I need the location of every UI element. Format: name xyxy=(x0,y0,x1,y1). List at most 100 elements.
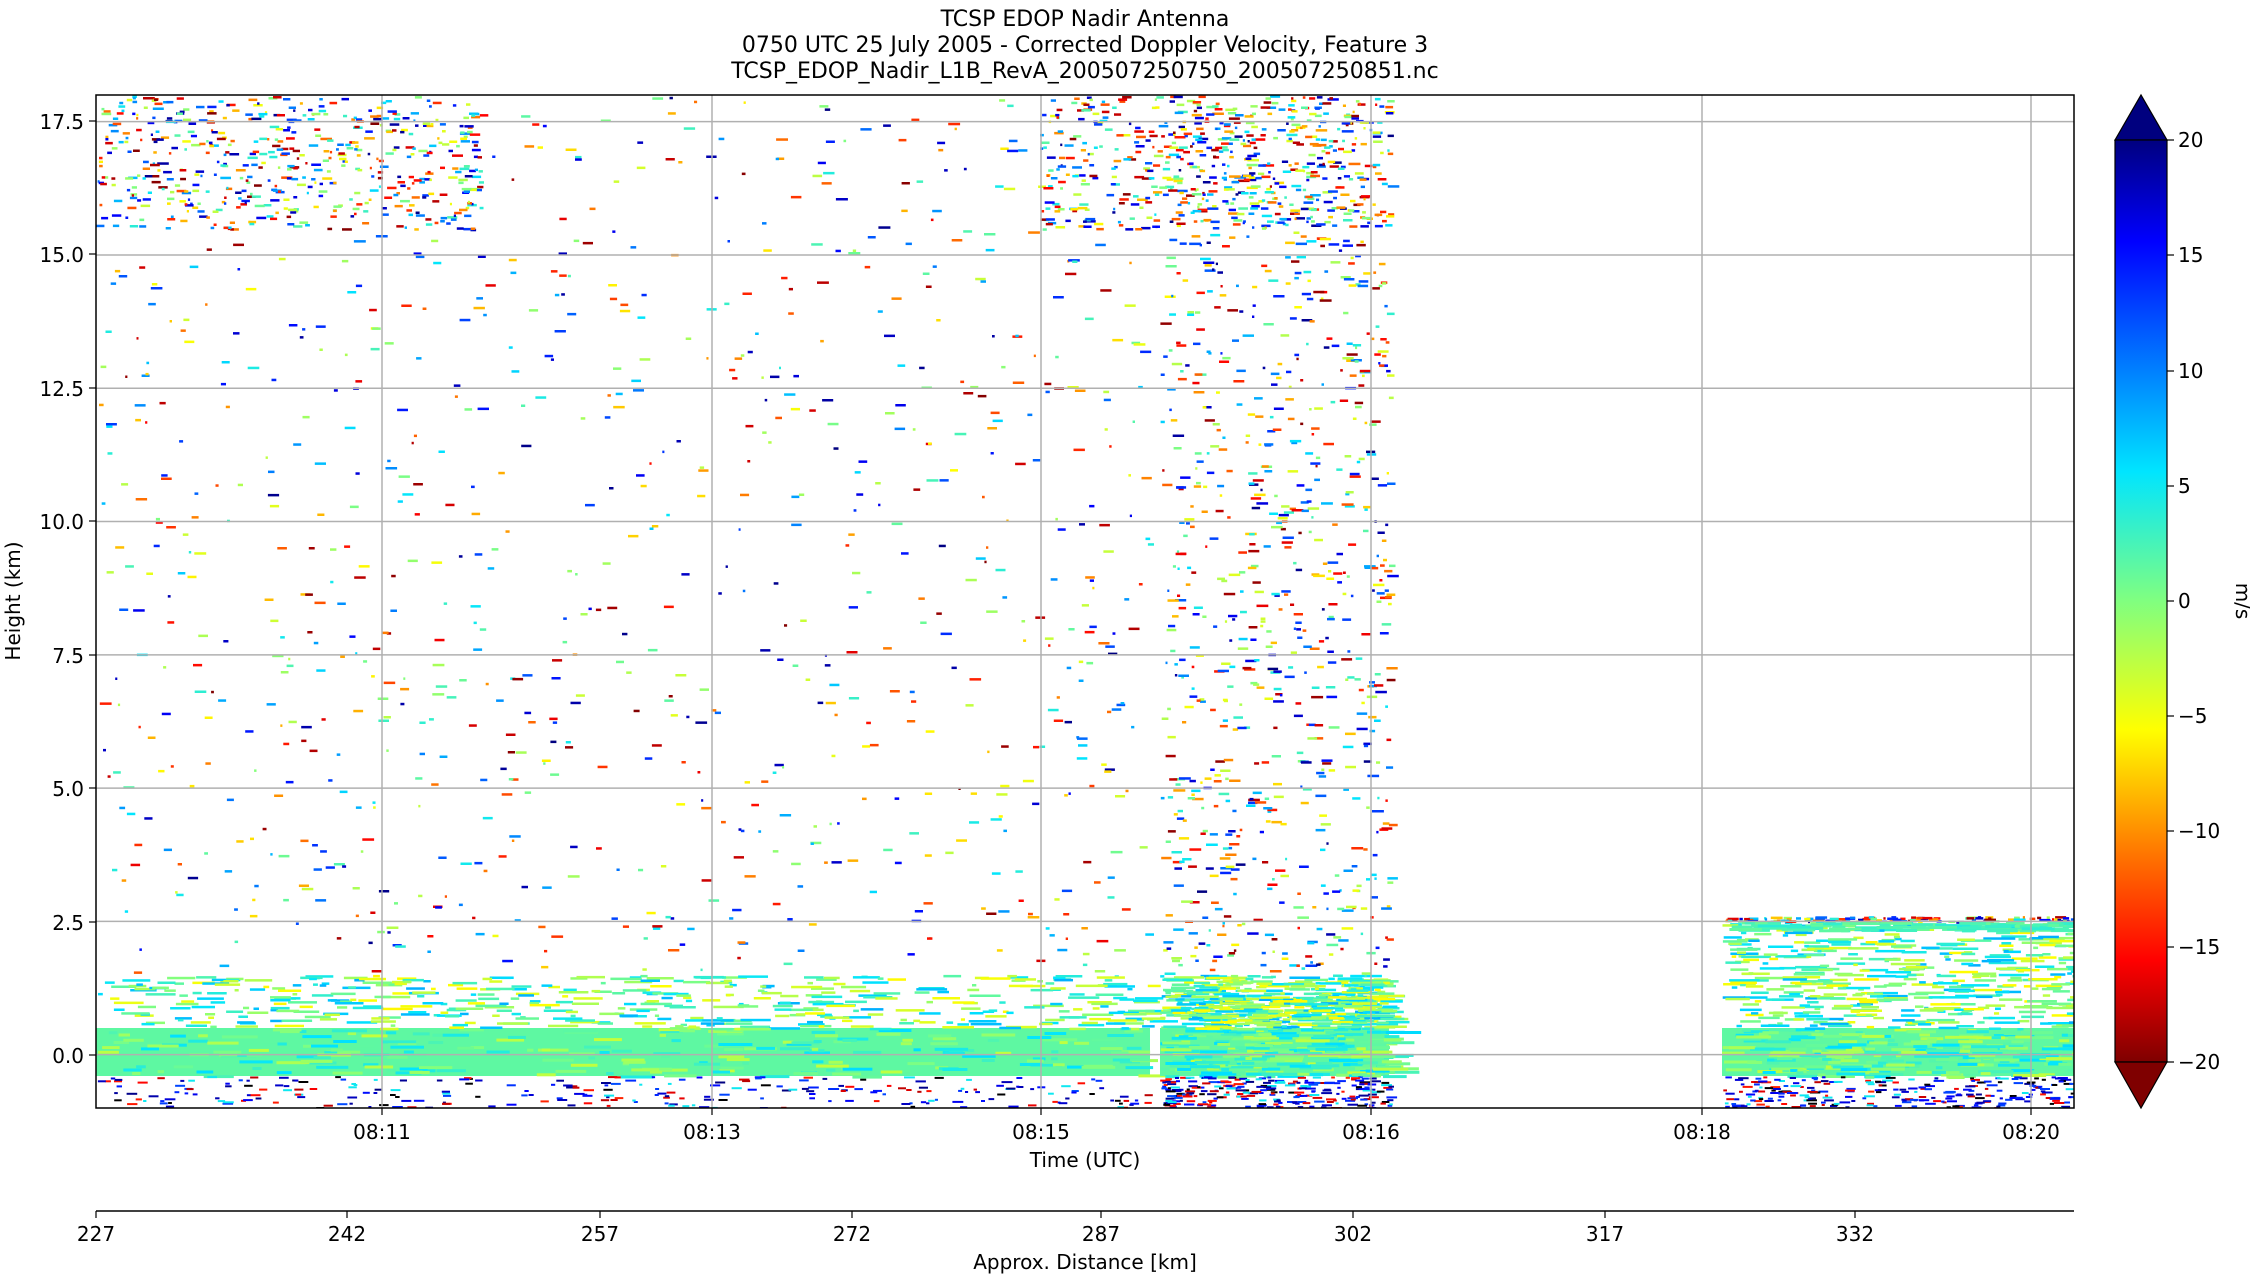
velocity-cell xyxy=(887,978,906,981)
velocity-cell xyxy=(661,1055,671,1059)
velocity-cell xyxy=(1201,510,1208,513)
velocity-cell xyxy=(824,1016,850,1019)
velocity-cell xyxy=(1165,914,1173,917)
velocity-cell xyxy=(1381,907,1392,910)
velocity-cell xyxy=(2062,1024,2074,1028)
velocity-cell xyxy=(1387,574,1399,578)
velocity-cell xyxy=(801,1087,809,1090)
velocity-cell xyxy=(1956,1093,1962,1096)
velocity-cell xyxy=(347,1096,358,1099)
velocity-cell xyxy=(238,1015,248,1018)
velocity-cell xyxy=(1381,1081,1390,1084)
velocity-cell xyxy=(1273,687,1282,691)
velocity-cell xyxy=(883,647,892,650)
velocity-cell xyxy=(1765,998,1785,1001)
velocity-cell xyxy=(1372,287,1380,290)
velocity-cell xyxy=(1145,933,1154,936)
velocity-cell xyxy=(337,1006,348,1009)
velocity-cell xyxy=(1033,354,1036,358)
velocity-cell xyxy=(1361,1077,1369,1080)
velocity-cell xyxy=(1145,537,1151,541)
velocity-cell xyxy=(435,685,448,688)
velocity-cell xyxy=(1359,369,1371,373)
velocity-cell xyxy=(1261,214,1273,218)
velocity-cell xyxy=(1089,784,1095,788)
velocity-cell xyxy=(152,107,164,110)
velocity-cell xyxy=(1281,1025,1287,1028)
velocity-cell xyxy=(417,995,425,998)
velocity-cell xyxy=(133,149,140,152)
velocity-cell xyxy=(1342,357,1354,360)
velocity-cell xyxy=(1766,988,1785,991)
velocity-cell xyxy=(496,1038,525,1042)
velocity-cell xyxy=(827,422,839,426)
velocity-cell xyxy=(757,989,765,992)
velocity-cell xyxy=(1741,931,1747,935)
velocity-cell xyxy=(1229,843,1240,846)
velocity-cell xyxy=(1235,863,1246,866)
velocity-cell xyxy=(1218,983,1224,986)
velocity-cell xyxy=(272,987,286,990)
velocity-cell xyxy=(992,335,995,338)
velocity-cell xyxy=(694,100,698,104)
velocity-cell xyxy=(1256,604,1269,608)
velocity-cell xyxy=(1178,169,1182,172)
velocity-cell xyxy=(422,122,431,125)
velocity-cell xyxy=(1114,1099,1121,1102)
velocity-cell xyxy=(340,1078,347,1081)
velocity-cell xyxy=(1321,1092,1333,1095)
velocity-cell xyxy=(2003,949,2009,953)
velocity-cell xyxy=(1109,445,1112,448)
velocity-cell xyxy=(1333,974,1343,977)
velocity-cell xyxy=(2052,1099,2060,1102)
velocity-cell xyxy=(1374,962,1378,965)
velocity-cell xyxy=(452,981,478,985)
velocity-cell xyxy=(1374,877,1377,880)
velocity-cell xyxy=(1171,986,1196,989)
velocity-cell xyxy=(779,366,781,370)
velocity-cell xyxy=(678,1078,686,1081)
velocity-cell xyxy=(315,899,327,902)
velocity-cell xyxy=(987,750,990,754)
velocity-cell xyxy=(1343,1063,1351,1067)
velocity-cell xyxy=(286,137,295,140)
velocity-cell xyxy=(1258,164,1266,167)
velocity-cell xyxy=(1223,758,1234,762)
velocity-cell xyxy=(679,1097,685,1100)
velocity-cell xyxy=(1162,978,1193,981)
velocity-cell xyxy=(1894,1104,1902,1107)
velocity-cell xyxy=(1120,702,1125,705)
velocity-cell xyxy=(1175,552,1186,556)
velocity-cell xyxy=(1035,616,1046,619)
velocity-cell xyxy=(2052,990,2070,993)
velocity-cell xyxy=(98,1050,119,1054)
velocity-cell xyxy=(219,964,230,968)
velocity-cell xyxy=(1172,565,1176,568)
velocity-cell xyxy=(395,1096,400,1098)
velocity-cell xyxy=(390,1045,424,1049)
velocity-cell xyxy=(1239,828,1243,832)
velocity-cell xyxy=(1824,1099,1834,1102)
velocity-cell xyxy=(1233,716,1243,719)
velocity-cell xyxy=(1793,1018,1805,1021)
velocity-cell xyxy=(1165,1090,1176,1093)
velocity-cell xyxy=(1380,1017,1398,1020)
velocity-cell xyxy=(1258,1033,1272,1037)
velocity-cell xyxy=(148,1095,159,1098)
velocity-cell xyxy=(1340,997,1365,1000)
velocity-cell xyxy=(1311,1090,1315,1093)
velocity-cell xyxy=(1379,1002,1389,1005)
velocity-cell xyxy=(690,1016,704,1020)
velocity-cell xyxy=(1260,963,1267,967)
velocity-cell xyxy=(1121,1027,1129,1030)
velocity-cell xyxy=(1383,558,1387,562)
velocity-cell xyxy=(211,690,214,694)
velocity-cell xyxy=(1342,592,1347,596)
velocity-cell xyxy=(1048,644,1051,647)
velocity-cell xyxy=(471,140,479,144)
velocity-cell xyxy=(1294,271,1302,275)
velocity-cell xyxy=(2028,978,2058,981)
velocity-cell xyxy=(1204,264,1212,267)
velocity-cell xyxy=(2041,1047,2074,1051)
velocity-cell xyxy=(1842,986,1871,990)
